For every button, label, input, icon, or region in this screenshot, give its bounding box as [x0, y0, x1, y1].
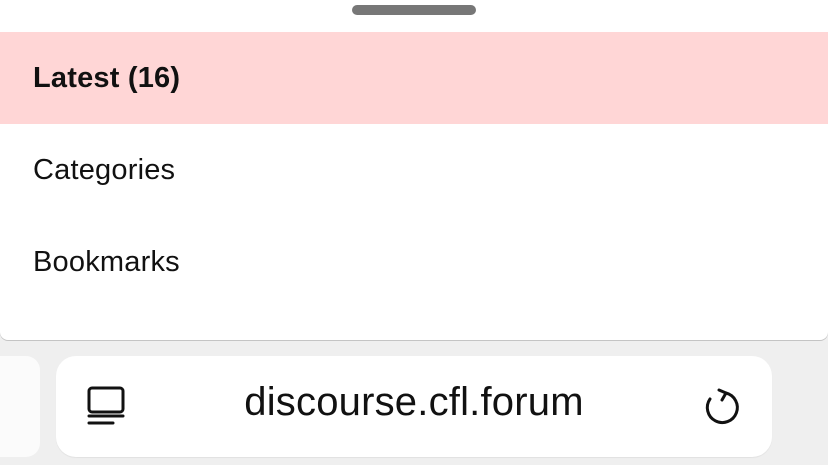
- address-bar[interactable]: discourse.cfl.forum: [56, 356, 772, 457]
- url-text[interactable]: discourse.cfl.forum: [156, 380, 672, 425]
- menu-sheet: Latest (16) Categories Bookmarks: [0, 0, 828, 340]
- menu-item-label: Bookmarks: [33, 245, 180, 278]
- menu-item-bookmarks[interactable]: Bookmarks: [0, 216, 828, 308]
- browser-bottom-bar: discourse.cfl.forum: [0, 340, 828, 465]
- menu-item-latest[interactable]: Latest (16): [0, 32, 828, 124]
- navigation-menu: Latest (16) Categories Bookmarks: [0, 32, 828, 308]
- menu-item-label: Categories: [33, 153, 176, 186]
- reader-icon[interactable]: [86, 384, 128, 428]
- menu-item-categories[interactable]: Categories: [0, 124, 828, 216]
- menu-item-label: Latest (16): [33, 61, 181, 94]
- previous-tab-preview[interactable]: [0, 356, 40, 457]
- sheet-grabber[interactable]: [352, 5, 476, 15]
- reload-icon[interactable]: [701, 386, 743, 428]
